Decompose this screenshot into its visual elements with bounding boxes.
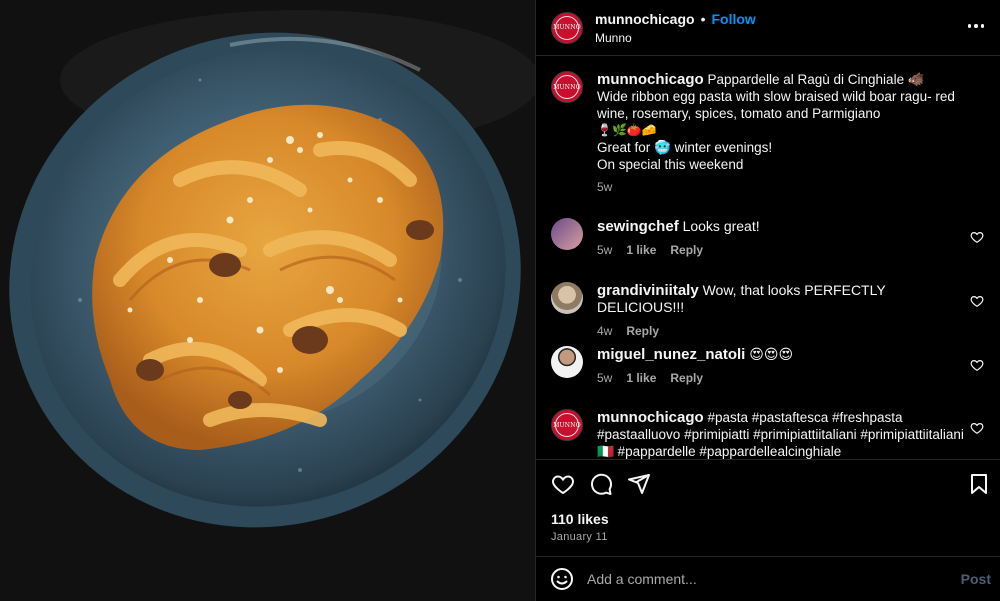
comment-username[interactable]: munnochicago	[597, 409, 704, 426]
reply-button[interactable]: Reply	[670, 370, 703, 387]
post-actions: 110 likes January 11	[536, 459, 1000, 556]
comment-likes[interactable]: 1 like	[626, 370, 656, 387]
sewingchef-avatar[interactable]	[551, 218, 583, 250]
comment-text: 😍😍😍	[749, 346, 794, 362]
miguel-avatar[interactable]	[551, 346, 583, 378]
comment-item: sewingchef Looks great! 5w 1 like Reply	[551, 218, 991, 259]
likes-count[interactable]: 110 likes	[551, 511, 609, 527]
comment-likes[interactable]: 1 like	[626, 242, 656, 259]
more-options-icon[interactable]	[964, 14, 988, 38]
caption-username[interactable]: munnochicago	[597, 71, 704, 88]
munno-logo: MUNNO	[553, 413, 581, 437]
comment-time[interactable]: 5w	[597, 242, 612, 259]
like-comment-heart-icon[interactable]	[970, 230, 984, 244]
comment-input[interactable]	[587, 571, 927, 587]
comment-item: MUNNO munnochicago #pasta #pastaftesca #…	[551, 409, 991, 459]
caption: MUNNO munnochicago Pappardelle al Ragù d…	[551, 71, 991, 196]
post-button[interactable]: Post	[961, 571, 991, 587]
comment-item: miguel_nunez_natoli 😍😍😍 5w 1 like Reply	[551, 346, 991, 387]
comment-time[interactable]: 4w	[597, 323, 612, 340]
caption-time[interactable]: 5w	[597, 179, 612, 196]
comment-icon[interactable]	[589, 472, 613, 496]
caption-line-3: 🍷🌿🍅🧀	[597, 123, 657, 137]
comment-username[interactable]: sewingchef	[597, 218, 679, 235]
munno-avatar[interactable]: MUNNO	[551, 409, 583, 441]
post-header: MUNNO munnochicago • Follow Munno	[536, 0, 1000, 56]
share-icon[interactable]	[627, 472, 651, 496]
location-label[interactable]: Munno	[595, 31, 756, 45]
comment-username[interactable]: miguel_nunez_natoli	[597, 346, 745, 363]
comment-item: grandiviniitaly Wow, that looks PERFECTL…	[551, 282, 991, 340]
author-avatar[interactable]: MUNNO	[551, 11, 583, 44]
bookmark-icon[interactable]	[967, 472, 991, 496]
add-comment-bar: Post	[536, 556, 1000, 601]
post-detail-panel: MUNNO munnochicago • Follow Munno MUNNO …	[535, 0, 1000, 601]
munno-logo: MUNNO	[553, 15, 581, 40]
like-comment-heart-icon[interactable]	[970, 294, 984, 308]
reply-button[interactable]: Reply	[670, 242, 703, 259]
post-photo[interactable]	[0, 0, 535, 601]
pasta-dish-image	[0, 0, 535, 601]
caption-avatar[interactable]: MUNNO	[551, 71, 583, 103]
heart-icon[interactable]	[551, 472, 575, 496]
comment-username[interactable]: grandiviniitaly	[597, 282, 699, 299]
follow-button[interactable]: Follow	[711, 11, 755, 27]
caption-line-1: Pappardelle al Ragù di Cinghiale 🐗	[707, 72, 925, 87]
like-comment-heart-icon[interactable]	[970, 421, 984, 435]
caption-line-2: Wide ribbon egg pasta with slow braised …	[597, 89, 955, 121]
post-date[interactable]: January 11	[551, 531, 608, 543]
grandiviniitaly-avatar[interactable]	[551, 282, 583, 314]
comment-time[interactable]: 5w	[597, 370, 612, 387]
caption-line-5: On special this weekend	[597, 157, 744, 172]
munno-logo: MUNNO	[553, 75, 581, 99]
separator-dot: •	[700, 10, 706, 27]
comment-text: Looks great!	[682, 218, 760, 234]
caption-line-4: Great for 🥶 winter evenings!	[597, 140, 773, 155]
emoji-icon[interactable]	[550, 567, 574, 591]
comments-list[interactable]: MUNNO munnochicago Pappardelle al Ragù d…	[536, 57, 1000, 459]
reply-button[interactable]: Reply	[626, 323, 659, 340]
author-username[interactable]: munnochicago	[595, 11, 695, 27]
like-comment-heart-icon[interactable]	[970, 358, 984, 372]
